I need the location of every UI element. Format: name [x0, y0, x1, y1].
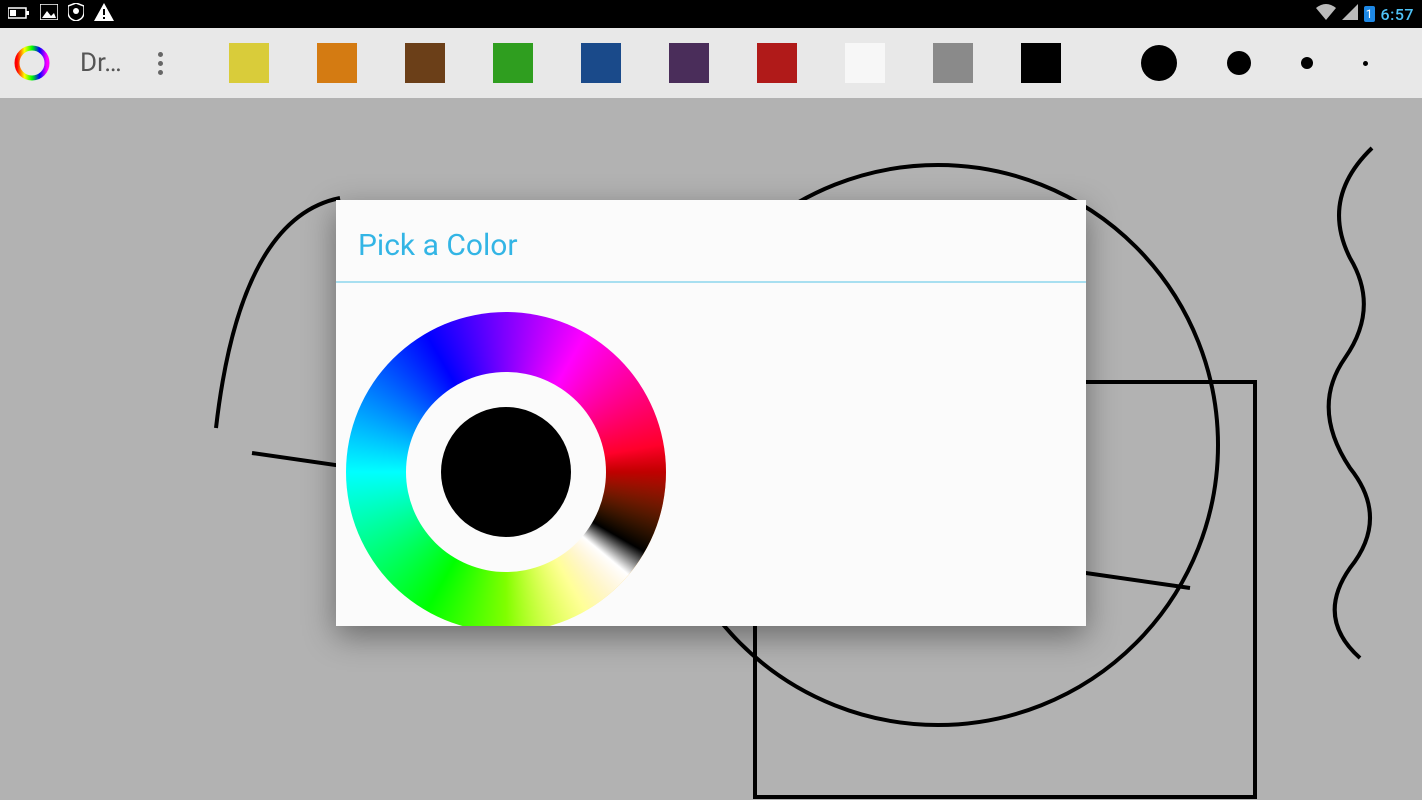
wifi-icon	[1316, 4, 1336, 24]
color-swatch-white[interactable]	[845, 43, 885, 83]
brush-size-xl[interactable]	[1141, 45, 1177, 81]
shield-icon	[68, 3, 84, 25]
overflow-menu-button[interactable]	[152, 52, 169, 75]
status-right: 1 6:57	[1316, 4, 1414, 24]
image-icon	[40, 4, 58, 24]
app-title: Dr…	[80, 48, 122, 78]
brush-size-s[interactable]	[1363, 61, 1368, 66]
brush-size-l[interactable]	[1227, 51, 1251, 75]
color-swatch-gray[interactable]	[933, 43, 973, 83]
battery-icon	[8, 5, 30, 24]
battery-level-badge: 1	[1364, 6, 1375, 22]
color-swatch-blue[interactable]	[581, 43, 621, 83]
color-swatch-red[interactable]	[757, 43, 797, 83]
app-logo-icon	[14, 45, 50, 81]
color-swatch-brown[interactable]	[405, 43, 445, 83]
status-bar: 1 6:57	[0, 0, 1422, 28]
brush-sizes	[1141, 45, 1368, 81]
color-swatch-green[interactable]	[493, 43, 533, 83]
color-swatches	[229, 43, 1061, 83]
color-swatch-yellow[interactable]	[229, 43, 269, 83]
color-picker-dialog: Pick a Color	[336, 200, 1086, 626]
color-wheel[interactable]	[346, 312, 666, 626]
selected-color-preview[interactable]	[441, 407, 571, 537]
app-toolbar: Dr…	[0, 28, 1422, 98]
color-swatch-black[interactable]	[1021, 43, 1061, 83]
clock-time: 6:57	[1381, 5, 1415, 24]
color-swatch-purple[interactable]	[669, 43, 709, 83]
dialog-title: Pick a Color	[336, 200, 1086, 283]
color-swatch-orange[interactable]	[317, 43, 357, 83]
brush-size-m[interactable]	[1301, 57, 1313, 69]
warning-icon	[94, 3, 114, 25]
signal-icon	[1342, 4, 1358, 24]
status-left	[8, 3, 114, 25]
